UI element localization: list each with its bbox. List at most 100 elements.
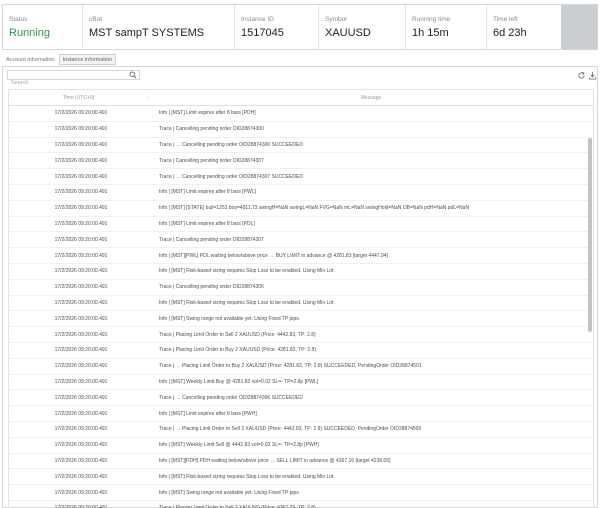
search-input[interactable]: [8, 79, 126, 87]
table-row[interactable]: 17/2/2026 09:20:00.491 Info | [MST][PDH] …: [9, 454, 593, 470]
log-time: 17/2/2026 09:20:00.491: [54, 220, 108, 227]
tab-instance-information[interactable]: Instance information: [58, 54, 117, 65]
stat-time-left: Time left 6d 23h: [486, 5, 597, 49]
log-message: Info | [MST][PDH] PDH waiting below/abov…: [159, 457, 391, 464]
log-message: Trace | → Cancelling pending order OID28…: [159, 141, 303, 148]
log-message: Info | [MST] Limit expires after 8 bars …: [159, 220, 255, 227]
log-time: 17/2/2026 09:20:00.491: [54, 347, 108, 354]
log-time: 17/2/2026 09:20:00.491: [54, 189, 108, 196]
stat-label: Symbol: [325, 16, 347, 23]
table-row[interactable]: 17/2/2026 09:20:00.491Trace | Placing Li…: [9, 501, 593, 508]
log-message: Info | [MST] Weekly Limit Sell @ 4442.83…: [159, 442, 319, 449]
log-message: Info | [MST] [STATE] bull=1253 bos=4911.…: [159, 205, 470, 212]
vertical-scrollbar[interactable]: [588, 138, 592, 332]
download-icon[interactable]: [588, 71, 597, 80]
log-message: Info | [MST] Swing range not available y…: [159, 315, 301, 322]
table-row[interactable]: 17/2/2026 09:20:00.491 Info | [MST] Limit…: [9, 217, 593, 233]
log-message: Trace | → Cancelling pending order OID28…: [159, 173, 303, 180]
log-message: Info | [MST] Weekly Limit Buy @ 4281.83 …: [159, 378, 319, 385]
log-time: 17/2/2026 09:20:00.491: [54, 315, 108, 322]
log-time: 17/2/2026 09:20:00.491: [54, 442, 108, 449]
table-row[interactable]: 17/2/2026 09:20:00.491 Info | [MST] Swing…: [9, 485, 593, 501]
log-message: Info | [MST][PWL] PDL waiting below/abov…: [159, 252, 388, 259]
table-row[interactable]: 17/2/2026 09:20:00.491 Trace | Cancelling…: [9, 232, 593, 249]
stat-cbot: cBot MST sampT SYSTEMS: [82, 5, 234, 49]
log-time: 17/2/2026 09:20:00.491: [54, 157, 108, 164]
log-time: 17/2/2026 09:20:00.491: [54, 394, 108, 401]
table-row[interactable]: 17/2/2026 09:20:00.491 Info | [MST] Weekl…: [9, 438, 593, 454]
table-row[interactable]: 17/2/2026 09:20:00.491 Trace | Cancelling…: [9, 280, 593, 296]
log-time: 17/2/2026 09:20:00.491: [54, 426, 108, 433]
table-row[interactable]: 17/2/2026 09:20:00.491 Trace | → Placing …: [9, 422, 593, 438]
table-row[interactable]: 17/2/2026 09:20:00.491 Info | [MST] Limit…: [9, 185, 593, 201]
stat-label: cBot: [89, 16, 103, 23]
symbol-value: XAUUSD: [325, 27, 371, 39]
table-row[interactable]: 17/2/2026 09:20:00.491 Info | [MST] Weekl…: [9, 375, 593, 391]
table-row[interactable]: 17/2/2026 09:20:00.491 Trace | → Cancelli…: [9, 169, 593, 185]
table-row[interactable]: 17/2/2026 09:20:00.491 Trace | Placing Li…: [9, 343, 593, 359]
table-row[interactable]: 17/2/2026 09:20:00.491 Trace | → Cancelli…: [9, 390, 593, 407]
log-time: 17/2/2026 09:20:00.491: [54, 299, 108, 306]
log-time: 17/2/2026 09:20:00.491: [54, 284, 108, 291]
table-row[interactable]: 17/2/2026 09:20:00.491 Info | [MST] Risk-…: [9, 469, 593, 486]
log-message: Info | [MST] Limit expires after 8 bars …: [159, 189, 256, 196]
stat-status: Status Running: [3, 5, 82, 49]
log-message: Info | [MST] Limit expires after 8 bars …: [159, 410, 257, 417]
stat-label: Instance ID: [241, 16, 274, 23]
log-time: 17/2/2026 09:20:00.491: [54, 141, 108, 148]
table-row[interactable]: 17/2/2026 09:20:00.491 Info | [MST][PWL] …: [9, 248, 593, 264]
log-message: Trace | Cancelling pending order OID2887…: [159, 157, 264, 164]
table-row[interactable]: 17/2/2026 09:20:00.491 Info | [MST] Limit…: [9, 106, 593, 122]
log-message: Trace | Placing Limit Order to Buy 2 XAU…: [159, 347, 316, 354]
log-message: Trace | → Placing Limit Order to Buy 2 X…: [159, 363, 422, 370]
running-time-value: 1h 15m: [412, 27, 449, 39]
table-row[interactable]: 17/2/2026 09:20:00.491 Info | [MST] Limit…: [9, 406, 593, 422]
log-time: 17/2/2026 09:20:00.491: [54, 173, 108, 180]
log-message: Info | [MST] Risk-based sizing requires …: [159, 268, 335, 275]
stat-running-time: Running time 1h 15m: [405, 5, 486, 49]
log-time: 17/2/2026 09:20:00.491: [54, 410, 108, 417]
column-header-message[interactable]: Message: [149, 95, 593, 101]
status-value: Running: [9, 27, 50, 39]
log-time: 17/2/2026 09:20:00.491: [54, 252, 108, 259]
log-message: Trace | Cancelling pending order OID2887…: [159, 126, 264, 133]
log-message: Trace | Cancelling pending order OID2887…: [159, 236, 264, 243]
log-message: Info | [MST] Limit expires after 8 bars …: [159, 110, 256, 117]
log-panel: Time (UTC+0) Message 17/2/2026 09:20:00.…: [2, 66, 598, 508]
log-time: 17/2/2026 09:20:00.491: [54, 473, 108, 480]
log-message: Trace | Cancelling pending order OID2887…: [159, 284, 264, 291]
log-time: 17/2/2026 09:20:00.491: [54, 268, 108, 275]
instance-action-button[interactable]: [561, 5, 597, 49]
log-time: 17/2/2026 09:20:00.491: [54, 489, 108, 496]
table-row[interactable]: 17/2/2026 09:20:00.491 Info | [MST] Swing…: [9, 311, 593, 328]
table-row[interactable]: 17/2/2026 09:20:00.491 Trace | Cancelling…: [9, 153, 593, 170]
table-row[interactable]: 17/2/2026 09:20:00.491 Trace | Placing Li…: [9, 327, 593, 343]
table-row[interactable]: 17/2/2026 09:20:00.491 Trace | Cancelling…: [9, 122, 593, 138]
log-message: Info | [MST] Swing range not available y…: [159, 489, 301, 496]
cbot-name: MST sampT SYSTEMS: [89, 27, 205, 39]
tab-account-information[interactable]: Account information: [2, 54, 59, 65]
table-row[interactable]: 17/2/2026 09:20:00.491 Info | [MST] Risk-…: [9, 296, 593, 312]
table-body: 17/2/2026 09:20:00.491 Info | [MST] Limit…: [9, 106, 593, 508]
log-time: 17/2/2026 09:20:00.491: [54, 378, 108, 385]
log-time: 17/2/2026 09:20:00.491: [54, 457, 108, 464]
stat-symbol: Symbol XAUUSD: [318, 5, 405, 49]
log-message: Info | [MST] Risk-based sizing requires …: [159, 473, 335, 480]
log-time: 17/2/2026 09:20:00.491: [54, 205, 108, 212]
log-time: 17/2/2026 09:20:00.491: [54, 110, 108, 117]
table-row[interactable]: 17/2/2026 09:20:00.491 Trace | → Cancelli…: [9, 138, 593, 154]
log-message: Trace | Placing Limit Order to Sell 2 XA…: [159, 331, 316, 338]
table-row[interactable]: 17/2/2026 09:20:00.491 Info | [MST] [STAT…: [9, 201, 593, 217]
column-header-time[interactable]: Time (UTC+0): [9, 94, 149, 101]
instance-id-value: 1517045: [241, 27, 284, 39]
log-message: Trace | → Placing Limit Order to Sell 2 …: [159, 426, 422, 433]
table-row[interactable]: 17/2/2026 09:20:00.491 Info | [MST] Risk-…: [9, 264, 593, 280]
search-icon[interactable]: [129, 71, 137, 79]
log-message: Trace | → Cancelling pending order OID28…: [159, 394, 303, 401]
log-time: 17/2/2026 09:20:00.491: [54, 331, 108, 338]
refresh-icon[interactable]: [577, 71, 586, 80]
table-row[interactable]: 17/2/2026 09:20:00.491 Trace | → Placing …: [9, 359, 593, 375]
log-time: 17/2/2026 09:20:00.491: [54, 236, 108, 243]
search-box: [7, 70, 140, 87]
log-time: 17/2/2026 09:20:00.491: [54, 126, 108, 133]
